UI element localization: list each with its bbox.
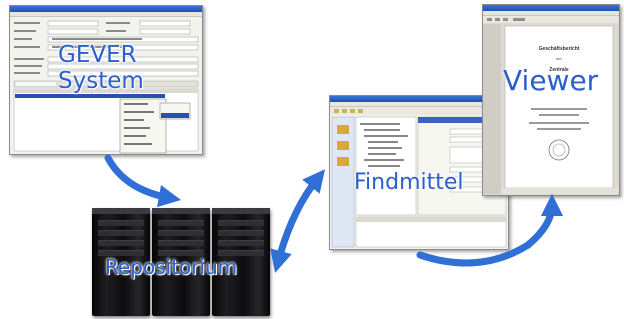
repository-label: Repositorium xyxy=(105,255,238,279)
viewer-doc-heading: Geschäftsbericht xyxy=(539,46,580,52)
gever-label-line2: System xyxy=(58,68,144,94)
viewer-screenshot: Geschäftsbericht der Zentrale xyxy=(482,4,620,196)
viewer-doc-line2: der xyxy=(556,56,562,61)
arrow-repository-findmittel xyxy=(270,169,326,273)
viewer-label: Viewer xyxy=(503,64,599,97)
findmittel-label: Findmittel xyxy=(354,170,464,195)
arrow-gever-to-repository xyxy=(104,154,182,208)
viewer-content: Geschäftsbericht der Zentrale xyxy=(483,16,619,194)
gever-label-line1: GEVER xyxy=(58,42,137,68)
gever-system-label: GEVER System xyxy=(58,42,144,94)
